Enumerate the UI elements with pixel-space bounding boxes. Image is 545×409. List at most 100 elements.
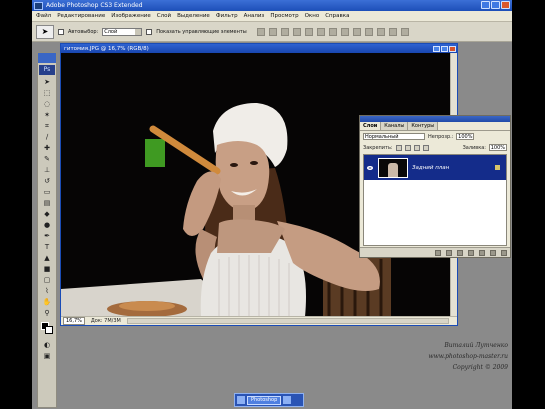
align-top-icon[interactable] — [256, 27, 265, 36]
adjustment-layer-icon[interactable] — [468, 249, 474, 256]
show-controls-checkbox[interactable] — [146, 28, 153, 35]
taskbar-tray-icon[interactable] — [283, 396, 292, 404]
menu-layer[interactable]: Слой — [157, 13, 171, 19]
doc-maximize-icon[interactable] — [441, 45, 448, 52]
eyedropper-tool-icon[interactable]: ⌇ — [41, 286, 53, 296]
photoshop-window: Adobe Photoshop CS3 Extended Файл Редакт… — [32, 0, 512, 409]
menu-edit[interactable]: Редактирование — [57, 13, 105, 19]
notes-tool-icon[interactable]: ▢ — [41, 275, 53, 285]
document-status-bar: 16,7% Док: 7М/3М — [61, 316, 457, 325]
eye-icon[interactable] — [366, 165, 374, 171]
color-swatches — [40, 322, 54, 336]
tab-paths[interactable]: Контуры — [408, 122, 439, 130]
doc-minimize-icon[interactable] — [433, 45, 440, 52]
menu-view[interactable]: Просмотр — [270, 13, 298, 19]
distribute-left-icon[interactable] — [364, 27, 373, 36]
document-horizontal-scrollbar[interactable] — [126, 318, 449, 324]
options-bar: ➤ Автовыбор: Слой Показать управляющие э… — [32, 22, 512, 42]
blend-mode-dropdown[interactable]: Нормальный — [363, 133, 425, 140]
distribute-bottom-icon[interactable] — [352, 27, 361, 36]
opacity-label: Непрозр.: — [428, 133, 454, 140]
menu-file[interactable]: Файл — [36, 13, 51, 19]
autoselect-dropdown[interactable]: Слой — [102, 27, 143, 36]
auto-align-icon[interactable] — [400, 27, 409, 36]
taskbar: Photoshop — [234, 393, 304, 407]
autoselect-checkbox[interactable] — [58, 28, 64, 35]
align-right-icon[interactable] — [316, 27, 325, 36]
menu-analysis[interactable]: Анализ — [244, 13, 265, 19]
distribute-hcenter-icon[interactable] — [376, 27, 385, 36]
align-hcenter-icon[interactable] — [304, 27, 313, 36]
menu-filter[interactable]: Фильтр — [216, 13, 238, 19]
show-controls-label: Показать управляющие элементы — [156, 28, 247, 35]
menu-help[interactable]: Справка — [325, 13, 349, 19]
marquee-tool-icon[interactable]: ⬚ — [41, 88, 53, 98]
document-title-bar[interactable]: гитомия.JPG @ 16,7% (RGB/8) — [61, 44, 457, 53]
menu-image[interactable]: Изображение — [111, 13, 151, 19]
menu-select[interactable]: Выделение — [177, 13, 210, 19]
zoom-level-field[interactable]: 16,7% — [63, 317, 85, 325]
taskbar-app-icon[interactable] — [237, 396, 245, 404]
watermark-copyright: Copyright © 2009 — [452, 364, 508, 371]
healing-brush-tool-icon[interactable]: ✚ — [41, 143, 53, 153]
zoom-tool-icon[interactable]: ⚲ — [41, 308, 53, 318]
align-bottom-icon[interactable] — [280, 27, 289, 36]
app-title-bar[interactable]: Adobe Photoshop CS3 Extended — [32, 0, 512, 11]
lock-transparency-icon[interactable] — [395, 144, 402, 151]
taskbar-photoshop-item[interactable]: Photoshop — [247, 395, 282, 405]
align-vcenter-icon[interactable] — [268, 27, 277, 36]
doc-close-icon[interactable] — [449, 45, 456, 52]
distribute-vcenter-icon[interactable] — [340, 27, 349, 36]
background-color-swatch[interactable] — [45, 326, 53, 334]
magic-wand-tool-icon[interactable]: ✶ — [41, 110, 53, 120]
lock-image-icon[interactable] — [404, 144, 411, 151]
opacity-field[interactable]: 100% — [456, 133, 475, 140]
distribute-top-icon[interactable] — [328, 27, 337, 36]
layer-style-icon[interactable] — [446, 249, 452, 256]
new-layer-icon[interactable] — [490, 249, 496, 256]
tools-palette-header[interactable] — [38, 53, 56, 63]
blur-tool-icon[interactable]: ◆ — [41, 209, 53, 219]
menu-window[interactable]: Окно — [305, 13, 320, 19]
clone-stamp-tool-icon[interactable]: ⊥ — [41, 165, 53, 175]
layer-row-background[interactable]: Задний план — [364, 155, 506, 180]
link-layers-icon[interactable] — [435, 249, 441, 256]
pen-tool-icon[interactable]: ✒ — [41, 231, 53, 241]
slice-tool-icon[interactable]: ∕ — [41, 132, 53, 142]
fill-field[interactable]: 100% — [489, 144, 507, 151]
type-tool-icon[interactable]: T — [41, 242, 53, 252]
align-buttons — [256, 27, 409, 36]
brush-tool-icon[interactable]: ✎ — [41, 154, 53, 164]
layers-panel: Слои Каналы Контуры Нормальный Непрозр.:… — [359, 115, 511, 258]
align-left-icon[interactable] — [292, 27, 301, 36]
delete-layer-icon[interactable] — [501, 249, 507, 256]
watermark: Виталий Лутченко www.photoshop-master.ru… — [412, 340, 508, 373]
move-tool-icon[interactable]: ➤ — [41, 77, 53, 87]
maximize-icon[interactable] — [491, 1, 500, 9]
document-size-info[interactable]: Док: 7М/3М — [91, 318, 121, 324]
tools-palette: Ps ➤ ⬚ ◌ ✶ ⌗ ∕ ✚ ✎ ⊥ ↺ ▭ ▤ ◆ ● ✒ T ▲ ■ ▢… — [37, 52, 57, 408]
tab-channels[interactable]: Каналы — [381, 122, 409, 130]
layers-panel-tabs: Слои Каналы Контуры — [360, 122, 510, 131]
minimize-icon[interactable] — [481, 1, 490, 9]
crop-tool-icon[interactable]: ⌗ — [41, 121, 53, 131]
lock-icon — [495, 165, 500, 170]
layer-mask-icon[interactable] — [457, 249, 463, 256]
hand-tool-icon[interactable]: ✋ — [41, 297, 53, 307]
new-group-icon[interactable] — [479, 249, 485, 256]
shape-tool-icon[interactable]: ■ — [41, 264, 53, 274]
screen-mode-icon[interactable]: ▣ — [41, 351, 53, 361]
dodge-tool-icon[interactable]: ● — [41, 220, 53, 230]
lasso-tool-icon[interactable]: ◌ — [41, 99, 53, 109]
gradient-tool-icon[interactable]: ▤ — [41, 198, 53, 208]
path-selection-tool-icon[interactable]: ▲ — [41, 253, 53, 263]
tab-layers[interactable]: Слои — [360, 122, 382, 130]
history-brush-tool-icon[interactable]: ↺ — [41, 176, 53, 186]
move-tool-preset-icon[interactable]: ➤ — [36, 24, 54, 39]
lock-position-icon[interactable] — [413, 144, 420, 151]
close-icon[interactable] — [501, 1, 510, 9]
distribute-right-icon[interactable] — [388, 27, 397, 36]
eraser-tool-icon[interactable]: ▭ — [41, 187, 53, 197]
lock-all-icon[interactable] — [422, 144, 429, 151]
quick-mask-icon[interactable]: ◐ — [41, 340, 53, 350]
